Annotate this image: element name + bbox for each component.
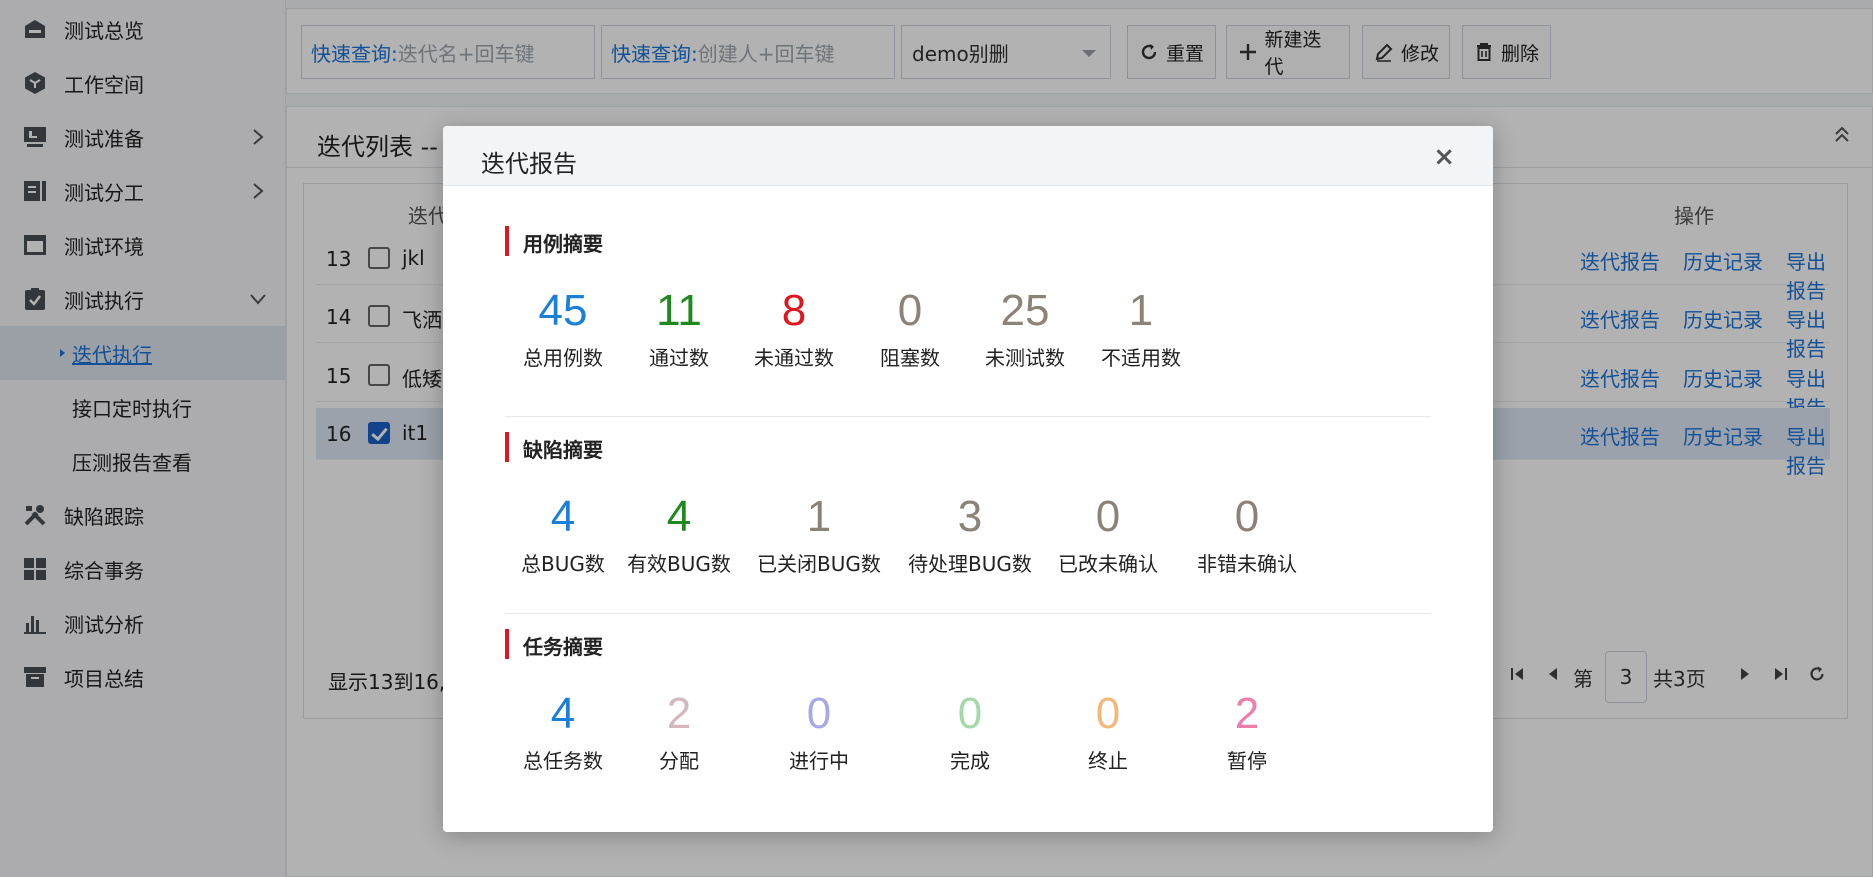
stat-assigned: 2 分配 — [659, 689, 699, 773]
stat-not-applicable: 1 不适用数 — [1101, 286, 1181, 370]
stat-done: 0 完成 — [950, 689, 990, 773]
section-marker — [505, 629, 509, 659]
section-marker — [505, 226, 509, 256]
section-divider — [505, 613, 1431, 614]
dialog-header: 迭代报告 × — [443, 126, 1493, 186]
section-marker — [505, 432, 509, 462]
dialog-title: 迭代报告 — [481, 150, 577, 178]
stat-terminated: 0 终止 — [1088, 689, 1128, 773]
iteration-report-dialog: 迭代报告 × 用例摘要 45 总用例数 11 通过数 8 未通过数 0 阻塞数 25 未测… — [443, 126, 1493, 832]
case-summary-title: 用例摘要 — [523, 232, 603, 256]
section-divider — [505, 416, 1431, 417]
stat-not-bug-unconfirmed: 0 非错未确认 — [1197, 492, 1297, 576]
stat-paused: 2 暂停 — [1227, 689, 1267, 773]
bug-summary-title: 缺陷摘要 — [523, 438, 603, 462]
close-icon[interactable]: × — [1433, 142, 1455, 172]
stat-fixed-unconfirmed: 0 已改未确认 — [1058, 492, 1158, 576]
stat-valid-bugs: 4 有效BUG数 — [627, 492, 731, 576]
stat-pending-bugs: 3 待处理BUG数 — [908, 492, 1032, 576]
stat-in-progress: 0 进行中 — [789, 689, 849, 773]
stat-closed-bugs: 1 已关闭BUG数 — [757, 492, 881, 576]
task-summary-title: 任务摘要 — [523, 635, 603, 659]
